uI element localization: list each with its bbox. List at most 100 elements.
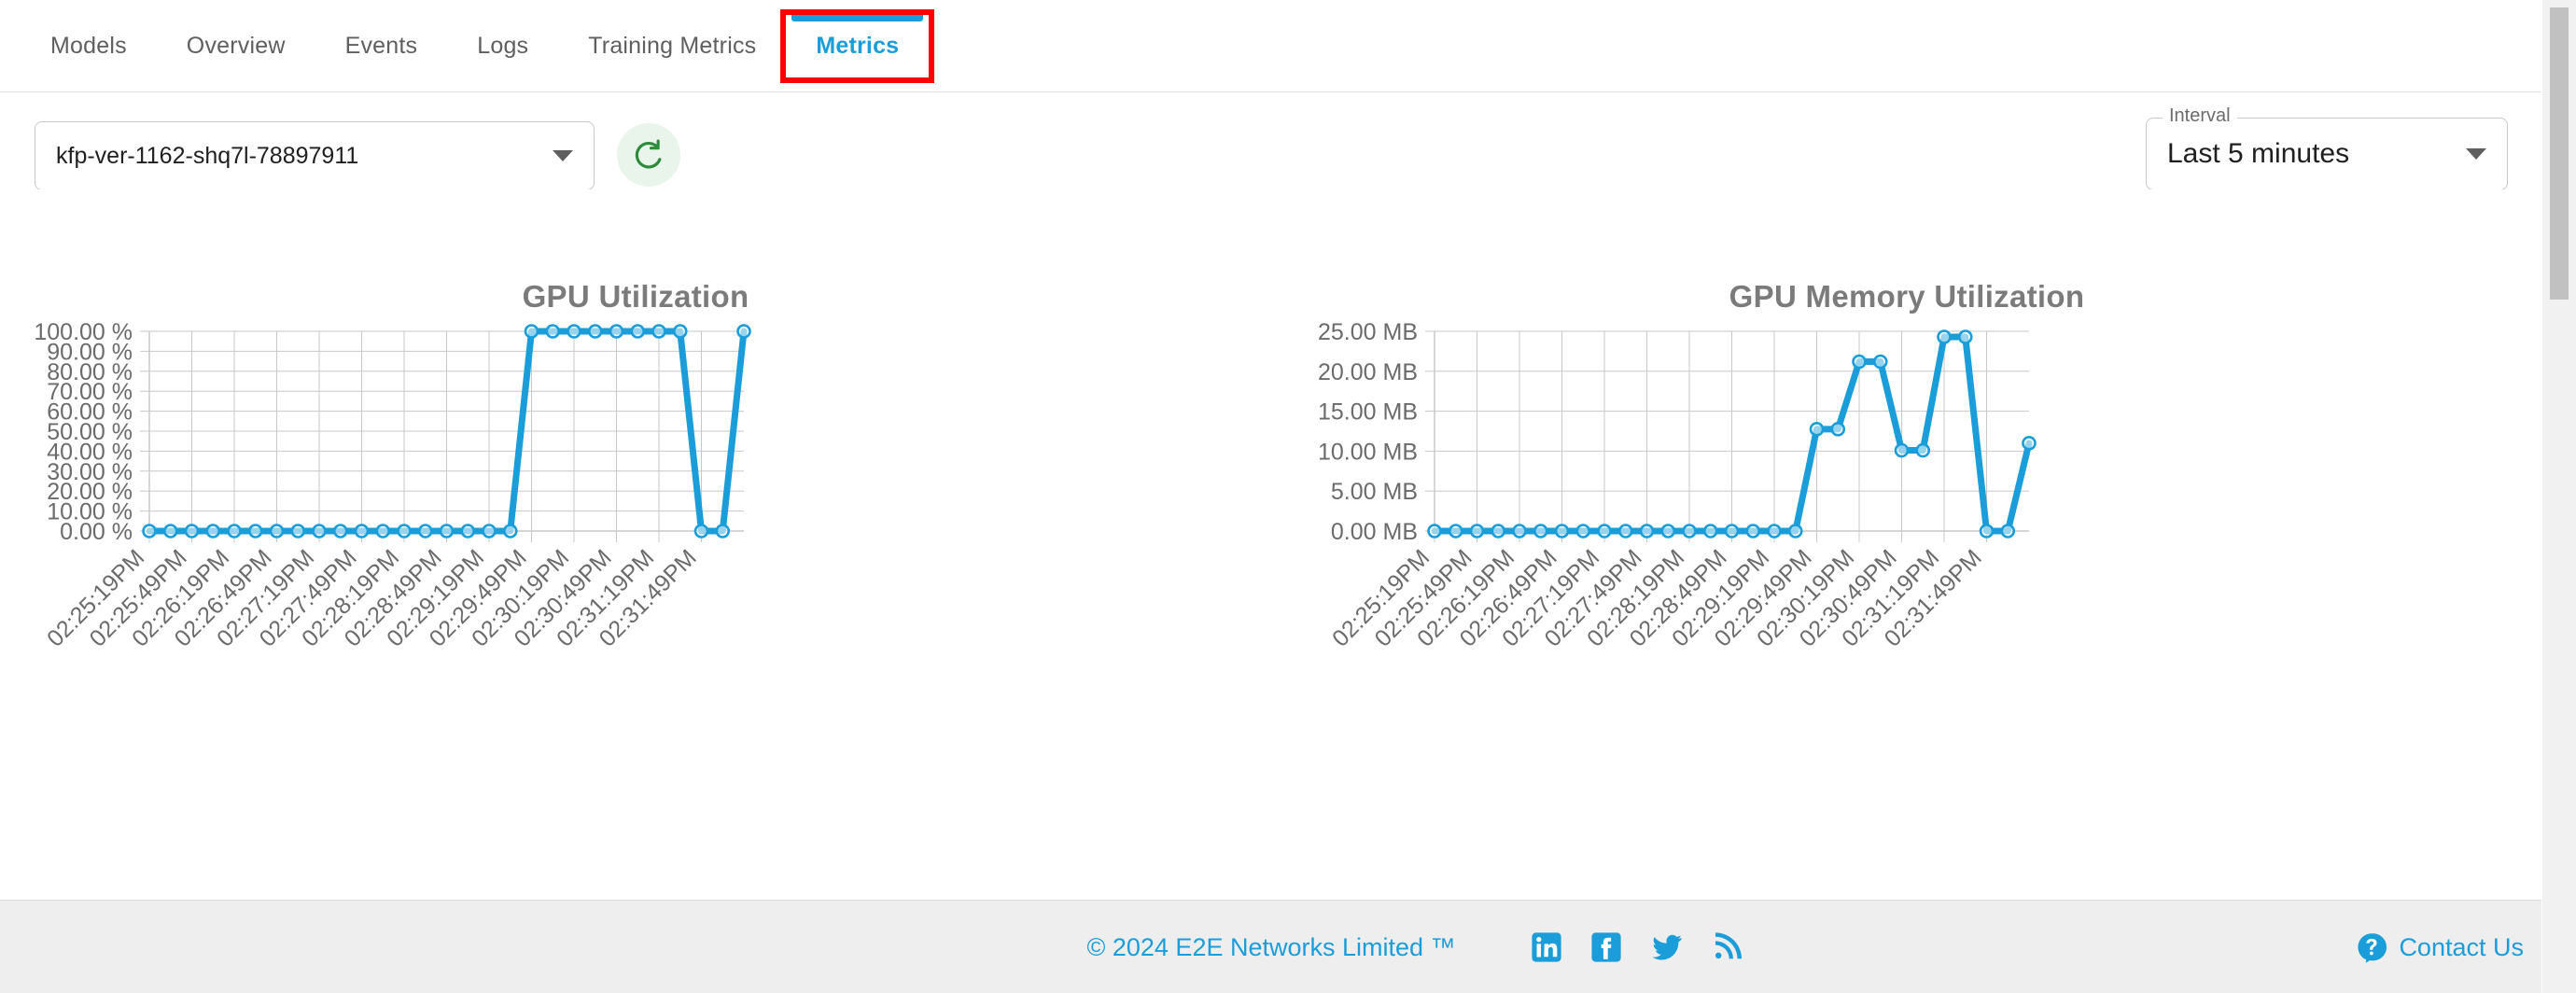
- vertical-scrollbar[interactable]: [2542, 0, 2576, 993]
- tab-bar: Models Overview Events Logs Training Met…: [0, 0, 2542, 92]
- data-point: [524, 324, 539, 339]
- data-point: [651, 324, 666, 339]
- twitter-icon[interactable]: [1650, 931, 1684, 963]
- charts-area: GPU Utilization 0.00 % 10.00 % 20.00 % 30.0…: [0, 189, 2542, 899]
- contact-us-button[interactable]: Contact Us: [2356, 901, 2524, 993]
- data-point: [397, 524, 412, 538]
- data-point: [609, 324, 624, 339]
- gpu-memory-utilization-chart[interactable]: 0.00 MB 5.00 MB 10.00 MB 15.00 MB 20.00 MB 25…: [1271, 315, 2542, 874]
- chart-svg: 0.00 MB 5.00 MB 10.00 MB 15.00 MB 20.00 MB 25…: [1318, 319, 2037, 652]
- chart-title: GPU Memory Utilization: [1729, 279, 2085, 314]
- data-point: [1724, 524, 1740, 538]
- data-point: [1915, 442, 1931, 458]
- chart-title: GPU Utilization: [522, 279, 749, 314]
- data-point: [269, 524, 285, 538]
- tab-label: Training Metrics: [588, 33, 757, 59]
- tab-events[interactable]: Events: [315, 0, 448, 92]
- data-point: [1830, 422, 1846, 437]
- data-point: [2022, 436, 2037, 451]
- gpu-utilization-chart[interactable]: 0.00 % 10.00 % 20.00 % 30.00 % 40.00 % 50.00 …: [0, 315, 1271, 874]
- tab-models[interactable]: Models: [21, 0, 157, 92]
- data-point: [736, 324, 751, 339]
- data-point: [672, 324, 688, 339]
- data-point: [1809, 422, 1825, 437]
- facebook-icon[interactable]: [1590, 931, 1622, 963]
- interval-label: Interval: [2163, 105, 2237, 127]
- data-point: [184, 524, 200, 538]
- svg-text:0.00 MB: 0.00 MB: [1331, 519, 1418, 545]
- data-point: [1937, 329, 1952, 344]
- data-point: [1767, 524, 1782, 538]
- data-point: [312, 524, 327, 538]
- tab-label: Logs: [477, 33, 529, 59]
- data-point: [1617, 524, 1633, 538]
- data-point: [630, 324, 646, 339]
- interval-select[interactable]: Last 5 minutes: [2146, 118, 2508, 190]
- footer-copyright: © 2024 E2E Networks Limited ™: [1086, 932, 1456, 961]
- svg-text:15.00 MB: 15.00 MB: [1318, 399, 1418, 426]
- svg-text:5.00 MB: 5.00 MB: [1331, 479, 1418, 505]
- tab-label: Events: [344, 33, 418, 59]
- data-point: [1597, 524, 1612, 538]
- data-point: [1448, 524, 1463, 538]
- data-point: [1660, 524, 1676, 538]
- tab-overview[interactable]: Overview: [157, 0, 315, 92]
- data-point: [693, 524, 709, 538]
- data-point: [1852, 354, 1867, 370]
- metrics-page: Models Overview Events Logs Training Met…: [0, 0, 2576, 993]
- model-select-value: kfp-ver-1162-shq7l-78897911: [56, 142, 359, 169]
- tab-logs[interactable]: Logs: [447, 0, 558, 92]
- data-point: [1745, 524, 1761, 538]
- svg-text:100.00 %: 100.00 %: [34, 319, 133, 345]
- gpu-utilization-card: GPU Utilization 0.00 % 10.00 % 20.00 % 30.0…: [0, 189, 1271, 899]
- data-point: [1639, 524, 1655, 538]
- model-select[interactable]: kfp-ver-1162-shq7l-78897911: [35, 121, 595, 190]
- tab-label: Metrics: [816, 33, 900, 59]
- data-point: [142, 524, 157, 538]
- tab-label: Overview: [186, 33, 286, 59]
- linkedin-icon[interactable]: [1531, 931, 1562, 963]
- data-point: [715, 524, 731, 538]
- svg-text:25.00 MB: 25.00 MB: [1318, 319, 1418, 345]
- data-point: [1554, 524, 1570, 538]
- data-point: [460, 524, 476, 538]
- data-point: [545, 324, 561, 339]
- vertical-scrollbar-thumb[interactable]: [2550, 7, 2569, 300]
- data-point: [1491, 524, 1506, 538]
- data-point: [1469, 524, 1485, 538]
- data-point: [502, 524, 518, 538]
- chevron-down-icon: [2466, 148, 2486, 160]
- data-point: [1787, 524, 1803, 538]
- data-point: [1702, 524, 1718, 538]
- data-point: [162, 524, 178, 538]
- tab-metrics-annotation-wrapper: Metrics: [780, 0, 935, 92]
- data-point: [1512, 524, 1527, 538]
- rss-icon[interactable]: [1712, 931, 1742, 963]
- svg-text:20.00 MB: 20.00 MB: [1318, 359, 1418, 385]
- controls-row: kfp-ver-1162-shq7l-78897911 Interval Las…: [0, 92, 2542, 190]
- data-point: [439, 524, 455, 538]
- data-point: [1957, 329, 1973, 344]
- interval-field: Interval Last 5 minutes: [2146, 105, 2508, 190]
- tab-label: Models: [50, 33, 127, 59]
- interval-select-value: Last 5 minutes: [2167, 138, 2350, 169]
- refresh-button[interactable]: [617, 123, 680, 187]
- data-point: [375, 524, 391, 538]
- data-point: [1979, 524, 1995, 538]
- data-point: [587, 324, 603, 339]
- gpu-memory-utilization-card: GPU Memory Utilization 0.00 MB 5.00 MB 10.…: [1271, 189, 2542, 899]
- footer: © 2024 E2E Networks Limited ™ Contact Us: [0, 900, 2542, 993]
- data-point: [1682, 524, 1697, 538]
- data-point: [227, 524, 242, 538]
- svg-text:10.00 MB: 10.00 MB: [1318, 439, 1418, 465]
- tab-training-metrics[interactable]: Training Metrics: [558, 0, 786, 92]
- data-point: [354, 524, 370, 538]
- data-point: [1894, 442, 1910, 458]
- data-point: [482, 524, 497, 538]
- chevron-down-icon: [553, 150, 573, 161]
- data-point: [247, 524, 263, 538]
- data-point: [1533, 524, 1548, 538]
- footer-social-links: [1531, 901, 1742, 993]
- data-point: [290, 524, 306, 538]
- tab-metrics[interactable]: Metrics: [780, 9, 935, 83]
